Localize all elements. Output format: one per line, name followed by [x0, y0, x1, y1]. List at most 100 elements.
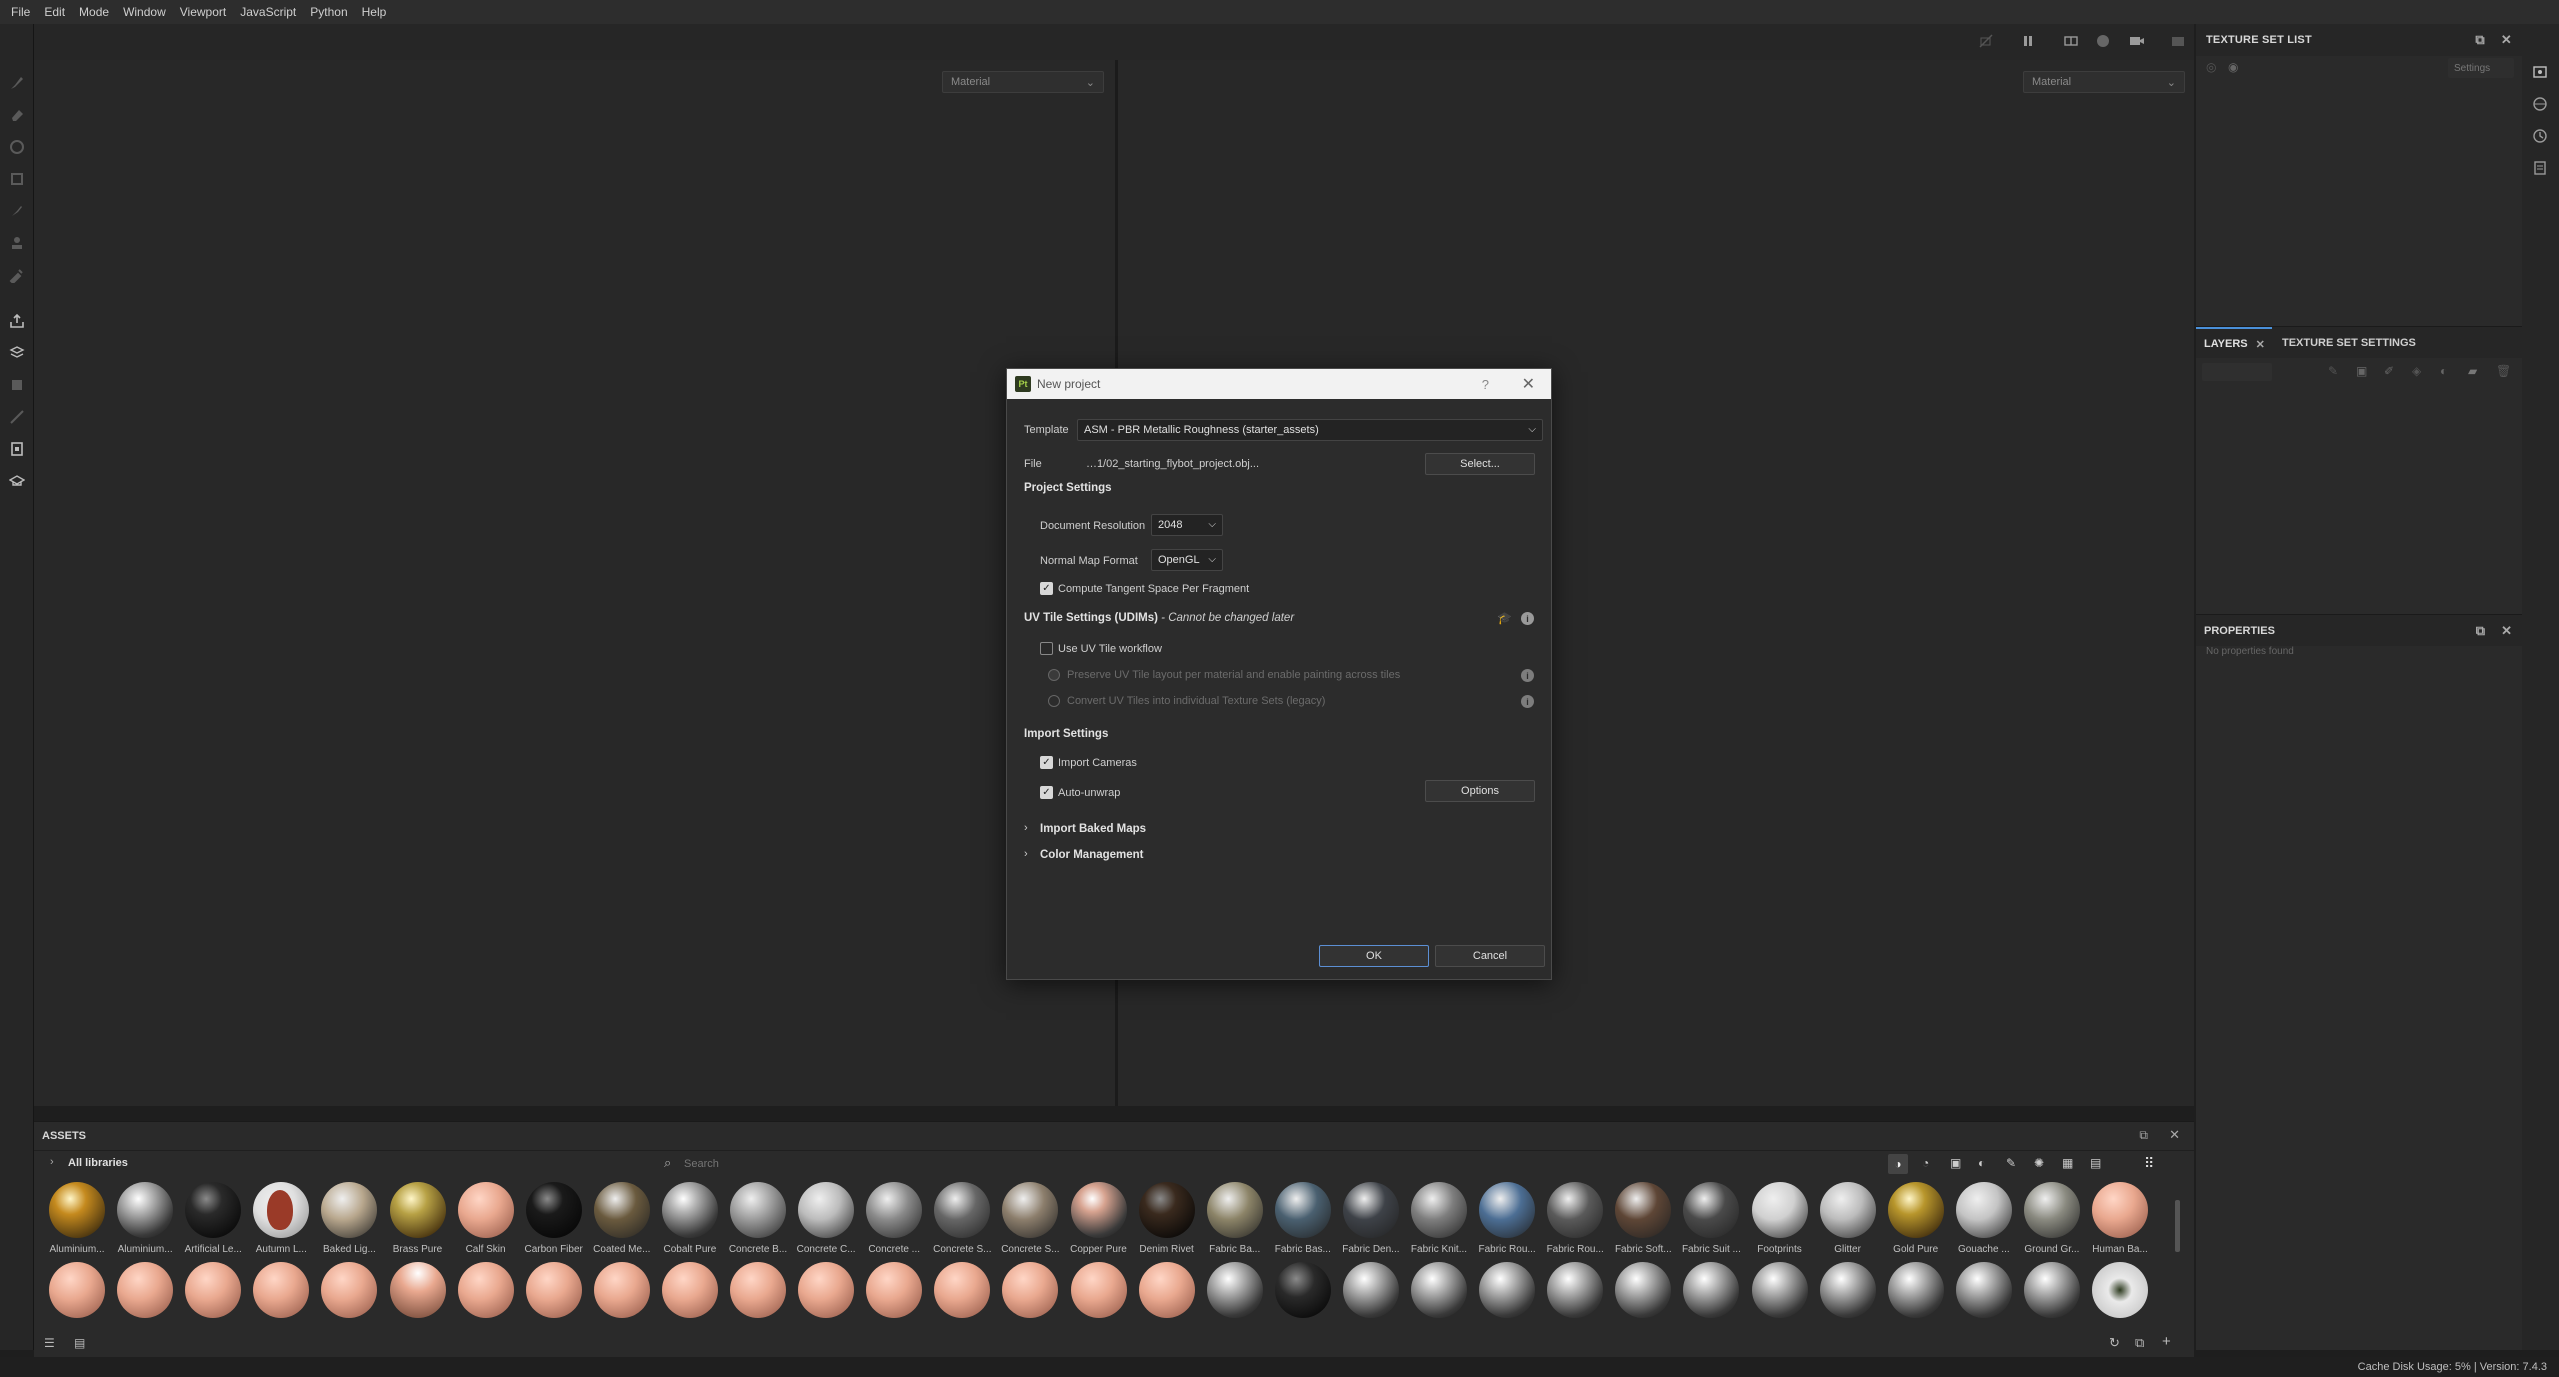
help-button[interactable]: ? — [1482, 377, 1489, 392]
display-settings-icon[interactable] — [2532, 96, 2550, 114]
chevron-right-icon[interactable]: › — [50, 1156, 54, 1168]
visibility-toggle-icon[interactable]: ◎ — [2206, 60, 2216, 74]
viewport-right-channel-select[interactable]: Material ⌄ — [2023, 71, 2185, 93]
filter-materials-icon[interactable]: ◑ — [1888, 1154, 1908, 1174]
asset-tile[interactable]: Artificial Le... — [180, 1180, 246, 1260]
add-folder-icon[interactable]: ▰ — [2468, 364, 2477, 378]
material-thumbnail[interactable] — [1955, 1262, 2012, 1318]
export-icon[interactable] — [6, 438, 28, 460]
material-thumbnail[interactable] — [457, 1262, 514, 1318]
grid-view-icon[interactable]: ⠿ — [2144, 1155, 2154, 1172]
menu-item-javascript[interactable]: JavaScript — [233, 0, 303, 24]
menu-item-file[interactable]: File — [4, 0, 37, 24]
stack-icon[interactable] — [6, 342, 28, 364]
color-management-section[interactable]: Color Management — [1040, 849, 1144, 861]
assets-search-input[interactable] — [684, 1155, 1204, 1173]
import-resources-icon[interactable]: ⧉ — [2135, 1335, 2144, 1351]
material-thumbnail[interactable] — [798, 1262, 855, 1318]
material-thumbnail[interactable] — [389, 1262, 446, 1318]
filter-environments-icon[interactable]: ▤ — [2090, 1156, 2101, 1170]
filter-brushes-icon[interactable]: ✎ — [2006, 1156, 2016, 1170]
asset-tile[interactable]: Brass Pure — [385, 1180, 451, 1260]
material-thumbnail[interactable] — [1887, 1262, 1944, 1318]
chevron-right-icon[interactable]: › — [1024, 848, 1028, 860]
academy-cap-icon[interactable]: 🎓 — [1497, 611, 1512, 625]
asset-tile[interactable]: Coated Me... — [589, 1180, 655, 1260]
menu-item-python[interactable]: Python — [303, 0, 354, 24]
list-options-icon[interactable]: ☰ — [44, 1336, 55, 1350]
material-thumbnail[interactable] — [1411, 1262, 1467, 1318]
material-thumbnail[interactable] — [185, 1262, 242, 1318]
select-file-button[interactable]: Select... — [1425, 453, 1535, 475]
preserve-uv-radio[interactable] — [1048, 669, 1060, 681]
asset-tile[interactable]: Autumn L... — [248, 1180, 314, 1260]
material-thumbnail[interactable] — [1615, 1262, 1672, 1318]
material-thumbnail[interactable] — [1274, 1262, 1331, 1318]
layers-icon[interactable] — [6, 374, 28, 396]
measure-icon[interactable] — [6, 406, 28, 428]
asset-tile[interactable]: Fabric Suit ... — [1678, 1180, 1744, 1260]
tangent-space-checkbox[interactable]: ✓ — [1040, 582, 1053, 595]
filter-particles-icon[interactable]: ✺ — [2034, 1156, 2044, 1170]
material-thumbnail[interactable] — [661, 1262, 718, 1318]
asset-tile[interactable]: Concrete C... — [793, 1180, 859, 1260]
asset-tile[interactable]: Cobalt Pure — [657, 1180, 723, 1260]
tab-texture-set-settings[interactable]: TEXTURE SET SETTINGS — [2282, 327, 2416, 359]
filter-generators-icon[interactable]: ◐ — [1978, 1156, 1985, 1170]
asset-tile[interactable]: Fabric Ba... — [1202, 1180, 1268, 1260]
use-uv-tile-checkbox[interactable] — [1040, 642, 1053, 655]
menu-item-help[interactable]: Help — [355, 0, 394, 24]
asset-tile[interactable]: Aluminium... — [44, 1180, 110, 1260]
layer-channel-select[interactable] — [2202, 363, 2272, 381]
menu-item-edit[interactable]: Edit — [37, 0, 72, 24]
material-thumbnail[interactable] — [730, 1262, 786, 1318]
add-fill-layer-icon[interactable]: ◈ — [2412, 364, 2421, 378]
projection-icon[interactable] — [6, 136, 28, 158]
material-thumbnail[interactable] — [253, 1262, 310, 1318]
menu-item-mode[interactable]: Mode — [72, 0, 116, 24]
close-icon[interactable]: ✕ — [2501, 623, 2512, 639]
material-thumbnail[interactable] — [49, 1262, 105, 1318]
asset-tile[interactable]: Aluminium... — [112, 1180, 178, 1260]
asset-tile[interactable]: Footprints — [1747, 1180, 1813, 1260]
asset-tile[interactable]: Concrete ... — [861, 1180, 927, 1260]
sphere-display-icon[interactable] — [2092, 30, 2114, 52]
screenshot-icon[interactable] — [2167, 30, 2189, 52]
material-thumbnail[interactable] — [1547, 1262, 1604, 1318]
info-icon[interactable]: i — [1521, 612, 1534, 625]
close-icon[interactable]: ✕ — [1522, 374, 1535, 394]
material-thumbnail[interactable] — [525, 1262, 582, 1318]
add-paint-layer-icon[interactable]: ✐ — [2384, 364, 2394, 378]
log-icon[interactable] — [2532, 160, 2550, 178]
asset-tile[interactable]: Denim Rivet — [1134, 1180, 1200, 1260]
asset-tile[interactable]: Baked Lig... — [316, 1180, 382, 1260]
ok-button[interactable]: OK — [1319, 945, 1429, 967]
color-picker-icon[interactable] — [6, 264, 28, 286]
material-thumbnail[interactable] — [2092, 1262, 2148, 1318]
material-thumbnail[interactable] — [1683, 1262, 1740, 1318]
all-libraries-label[interactable]: All libraries — [68, 1157, 128, 1169]
bake-icon[interactable] — [6, 310, 28, 332]
close-icon[interactable]: ✕ — [2169, 1127, 2180, 1143]
material-thumbnail[interactable] — [1138, 1262, 1195, 1318]
camera-icon[interactable] — [2126, 30, 2148, 52]
camera-off-icon[interactable] — [1975, 30, 1997, 52]
asset-tile[interactable]: Fabric Rou... — [1474, 1180, 1540, 1260]
material-thumbnail[interactable] — [1070, 1262, 1127, 1318]
cancel-button[interactable]: Cancel — [1435, 945, 1545, 967]
material-thumbnail[interactable] — [866, 1262, 923, 1318]
material-thumbnail[interactable] — [1479, 1262, 1536, 1318]
filter-masks-icon[interactable]: ▣ — [1950, 1156, 1961, 1170]
tab-layers[interactable]: LAYERS ✕ — [2196, 327, 2272, 359]
add-mask-icon[interactable]: ▣ — [2356, 364, 2367, 378]
geometry-fill-icon[interactable] — [6, 168, 28, 190]
asset-tile[interactable]: Human Ba... — [2087, 1180, 2153, 1260]
close-icon[interactable]: ✕ — [2256, 338, 2265, 351]
assets-scrollbar[interactable] — [2175, 1200, 2180, 1252]
smart-material-icon[interactable]: ◐ — [2440, 364, 2447, 378]
pause-icon[interactable] — [2017, 30, 2039, 52]
info-icon[interactable]: i — [1521, 695, 1534, 708]
asset-tile[interactable]: Carbon Fiber — [521, 1180, 587, 1260]
asset-tile[interactable]: Gold Pure — [1883, 1180, 1949, 1260]
normal-map-format-select[interactable]: OpenGL ⌵ — [1151, 549, 1223, 571]
